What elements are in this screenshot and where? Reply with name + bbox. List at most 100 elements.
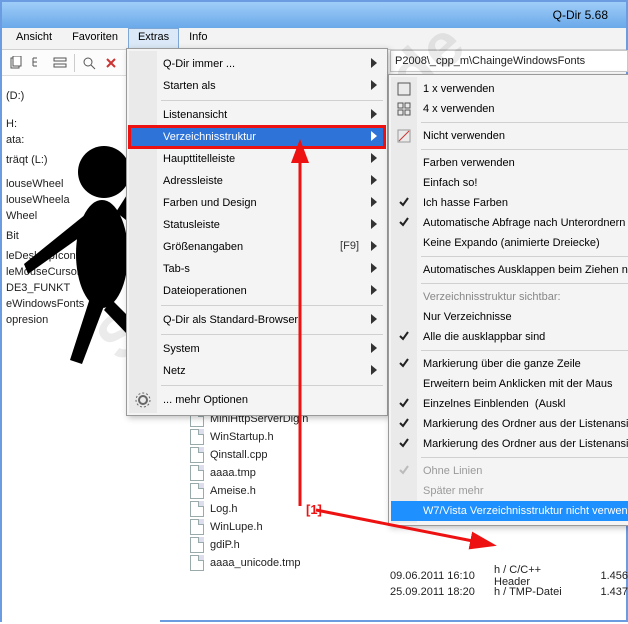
menu-item-label: System [163,343,200,355]
submenu-item-label: Einzelnes Einblenden [423,398,529,410]
menu-item[interactable]: Größenangaben[F9] [129,236,385,258]
cell-date: 09.06.2011 16:10 [390,570,494,582]
menu-item-label: Adressleiste [163,175,223,187]
menu-item-label: Starten als [163,80,216,92]
check-icon [399,217,409,227]
submenu-item[interactable]: Ich hasse Farben [391,193,628,213]
submenu-item[interactable]: Markierung des Ordner aus der Listenansi… [391,414,628,434]
submenu-item[interactable]: Einfach so! [391,173,628,193]
window-title: Q-Dir 5.68 [553,8,608,22]
title-bar: Q-Dir 5.68 [2,2,626,28]
separator [74,54,75,72]
file-name: WinStartup.h [210,431,274,443]
file-row[interactable]: Qinstall.cpp [162,446,392,464]
submenu-item[interactable]: Einzelnes Einblenden (Auskl [391,394,628,414]
file-row[interactable]: aaaa_unicode.tmp [162,554,392,572]
menu-bar: Ansicht Favoriten Extras Info [2,28,626,50]
menu-item[interactable]: Statusleiste [129,214,385,236]
submenu-item-label: Ohne Linien [423,465,482,477]
menu-item[interactable]: Starten als [129,75,385,97]
file-name: Log.h [210,503,238,515]
menu-separator [161,305,383,306]
tool-copy-icon[interactable] [6,53,26,73]
menu-item[interactable]: Tab-s [129,258,385,280]
menu-item[interactable]: Haupttitelleiste [129,148,385,170]
cell-date: 25.09.2011 18:20 [390,586,494,598]
file-row[interactable]: WinLupe.h [162,518,392,536]
extras-menu: Q-Dir immer ... Starten als ListenansichtV… [126,48,388,416]
gear-icon [135,392,151,411]
menu-item[interactable]: Netz [129,360,385,382]
check-icon [399,418,409,428]
verzeichnisstruktur-submenu: 1 x verwenden 4 x verwenden Nicht verwende… [388,74,628,526]
file-icon [190,465,204,481]
tool-close-icon[interactable] [101,53,121,73]
submenu-item-label: Einfach so! [423,177,477,189]
file-icon [190,537,204,553]
menu-item[interactable]: Q-Dir als Standard-Browser [129,309,385,331]
menu-info[interactable]: Info [179,28,217,49]
submenu-item[interactable]: Keine Expando (animierte Dreiecke) [391,233,628,253]
menu-item[interactable]: ... mehr Optionen [129,389,385,411]
menu-item[interactable]: Adressleiste [129,170,385,192]
menu-item[interactable]: Verzeichnisstruktur [129,126,385,148]
submenu-item[interactable]: Nur Verzeichnisse [391,307,628,327]
file-name: gdiP.h [210,539,240,551]
tool-view-icon[interactable] [50,53,70,73]
submenu-item[interactable]: 1 x verwenden [391,79,628,99]
tool-search-icon[interactable] [79,53,99,73]
menu-separator [421,283,628,284]
submenu-item[interactable]: Alle die ausklappbar sind [391,327,628,347]
submenu-item[interactable]: Automatische Abfrage nach Unterordnern [391,213,628,233]
submenu-item[interactable]: 4 x verwenden [391,99,628,119]
file-icon [190,429,204,445]
tool-tree-icon[interactable] [28,53,48,73]
submenu-item-label: Automatische Abfrage nach Unterordnern [423,217,625,229]
menu-extras[interactable]: Extras [128,28,179,49]
menu-separator [161,100,383,101]
file-icon [190,501,204,517]
menu-ansicht[interactable]: Ansicht [6,28,62,49]
file-name: aaaa_unicode.tmp [210,557,301,569]
submenu-item: Später mehr [391,481,628,501]
details-table: 09.06.2011 16:10h / C/C++ Header1.45625.… [390,568,628,600]
none-icon [397,129,411,143]
submenu-item-label: Ich hasse Farben [423,197,508,209]
table-row[interactable]: 09.06.2011 16:10h / C/C++ Header1.456 [390,568,628,584]
file-row[interactable]: gdiP.h [162,536,392,554]
menu-item-label: Q-Dir als Standard-Browser [163,314,298,326]
file-row[interactable]: WinStartup.h [162,428,392,446]
submenu-item-label: Erweitern beim Anklicken mit der Maus [423,378,613,390]
submenu-item[interactable]: Markierung über die ganze Zeile [391,354,628,374]
submenu-arrow-icon [371,285,379,298]
menu-item-label: Netz [163,365,186,377]
cell-type: h / TMP-Datei [494,586,580,598]
menu-separator [421,350,628,351]
file-row[interactable]: Log.h [162,500,392,518]
submenu-item[interactable]: Nicht verwenden [391,126,628,146]
submenu-item[interactable]: Markierung des Ordner aus der Listenansi… [391,434,628,454]
menu-item[interactable]: Q-Dir immer ... [129,53,385,75]
menu-item[interactable]: Listenansicht [129,104,385,126]
submenu-item[interactable]: Farben verwenden [391,153,628,173]
address-path: P2008\_cpp_m\ChaingeWindowsFonts [395,55,585,67]
menu-item[interactable]: System [129,338,385,360]
address-bar[interactable]: P2008\_cpp_m\ChaingeWindowsFonts [390,50,628,72]
submenu-item[interactable]: W7/Vista Verzeichnisstruktur nicht verwe… [391,501,628,521]
submenu-item-label: Markierung über die ganze Zeile [423,358,581,370]
file-row[interactable]: aaaa.tmp [162,464,392,482]
submenu-item-label: Nicht verwenden [423,130,505,142]
submenu-item-label: 1 x verwenden [423,83,495,95]
menu-favoriten[interactable]: Favoriten [62,28,128,49]
submenu-item[interactable]: Erweitern beim Anklicken mit der Maus [391,374,628,394]
grid1-icon [397,82,411,96]
submenu-item[interactable]: Automatisches Ausklappen beim Ziehen nac… [391,260,628,280]
menu-item[interactable]: Dateioperationen [129,280,385,302]
file-row[interactable]: Ameise.h [162,482,392,500]
menu-separator [161,385,383,386]
menu-item[interactable]: Farben und Design [129,192,385,214]
submenu-arrow-icon [371,365,379,378]
menu-item-label: Tab-s [163,263,190,275]
table-row[interactable]: 25.09.2011 18:20h / TMP-Datei1.437 [390,584,628,600]
submenu-arrow-icon [371,314,379,327]
